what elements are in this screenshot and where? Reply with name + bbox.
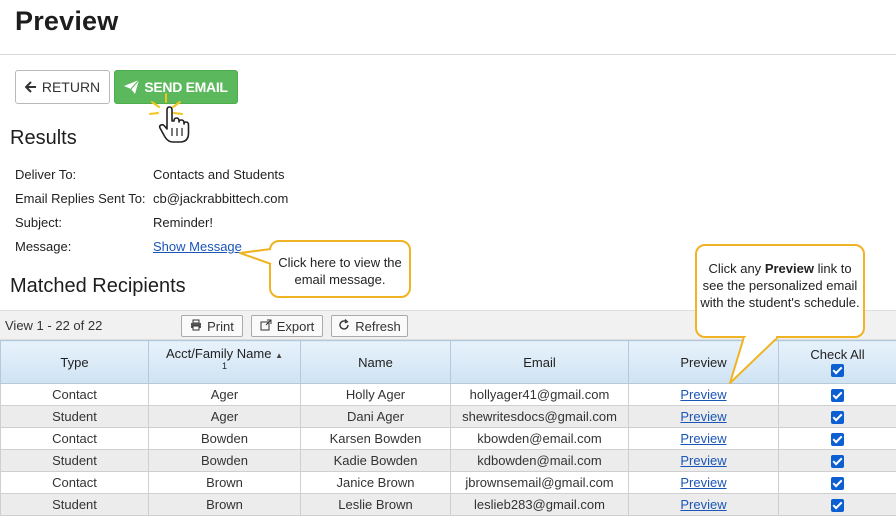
column-header-email[interactable]: Email xyxy=(451,341,629,384)
table-row: ContactBowdenKarsen Bowdenkbowden@email.… xyxy=(1,428,896,450)
cell-type: Student xyxy=(1,406,149,428)
cell-name: Janice Brown xyxy=(301,472,451,494)
cell-select xyxy=(779,494,896,516)
cell-select xyxy=(779,450,896,472)
row-checkbox[interactable] xyxy=(831,477,844,490)
check-all-label: Check All xyxy=(779,347,896,362)
preview-link[interactable]: Preview xyxy=(680,387,726,402)
cell-email: jbrownsemail@gmail.com xyxy=(451,472,629,494)
preview-link[interactable]: Preview xyxy=(680,497,726,512)
preview-callout: Click any Preview link to see the person… xyxy=(695,244,865,338)
cell-select xyxy=(779,406,896,428)
cell-preview: Preview xyxy=(629,428,779,450)
cell-acct: Ager xyxy=(149,406,301,428)
print-label: Print xyxy=(207,319,234,334)
cell-email: shewritesdocs@gmail.com xyxy=(451,406,629,428)
return-button[interactable]: RETURN xyxy=(15,70,110,104)
sort-index: 1 xyxy=(222,361,227,371)
cell-preview: Preview xyxy=(629,406,779,428)
cell-name: Dani Ager xyxy=(301,406,451,428)
replies-to-label: Email Replies Sent To: xyxy=(15,191,146,206)
preview-callout-bold: Preview xyxy=(765,261,814,276)
export-button[interactable]: Export xyxy=(251,315,323,337)
cell-acct: Bowden xyxy=(149,450,301,472)
preview-link[interactable]: Preview xyxy=(680,475,726,490)
table-row: ContactBrownJanice Brownjbrownsemail@gma… xyxy=(1,472,896,494)
export-label: Export xyxy=(277,319,315,334)
row-checkbox[interactable] xyxy=(831,389,844,402)
column-header-name[interactable]: Name xyxy=(301,341,451,384)
deliver-to-label: Deliver To: xyxy=(15,167,76,182)
row-checkbox[interactable] xyxy=(831,455,844,468)
view-message-callout-text: Click here to view the email message. xyxy=(278,255,402,287)
cell-preview: Preview xyxy=(629,450,779,472)
column-header-acct[interactable]: Acct/Family Name ▲ 1 xyxy=(149,341,301,384)
preview-link[interactable]: Preview xyxy=(680,453,726,468)
deliver-to-value: Contacts and Students xyxy=(153,167,285,182)
refresh-label: Refresh xyxy=(355,319,401,334)
refresh-icon xyxy=(338,319,350,334)
callout-pointer xyxy=(238,246,274,268)
cell-email: kbowden@email.com xyxy=(451,428,629,450)
cell-name: Leslie Brown xyxy=(301,494,451,516)
paper-plane-icon xyxy=(124,80,139,94)
check-all-checkbox[interactable] xyxy=(831,364,844,377)
cell-type: Student xyxy=(1,494,149,516)
hand-cursor-icon xyxy=(158,106,190,144)
cell-email: kdbowden@mail.com xyxy=(451,450,629,472)
show-message-link[interactable]: Show Message xyxy=(153,239,242,254)
print-button[interactable]: Print xyxy=(181,315,243,337)
arrow-left-icon xyxy=(25,81,37,93)
replies-to-value: cb@jackrabbittech.com xyxy=(153,191,288,206)
row-checkbox[interactable] xyxy=(831,411,844,424)
cell-type: Student xyxy=(1,450,149,472)
refresh-button[interactable]: Refresh xyxy=(331,315,408,337)
cell-select xyxy=(779,472,896,494)
column-header-acct-label: Acct/Family Name xyxy=(166,346,271,361)
message-label: Message: xyxy=(15,239,71,254)
cell-type: Contact xyxy=(1,384,149,406)
preview-link[interactable]: Preview xyxy=(680,431,726,446)
cell-select xyxy=(779,428,896,450)
cell-acct: Bowden xyxy=(149,428,301,450)
preview-link[interactable]: Preview xyxy=(680,409,726,424)
table-row: StudentAgerDani Agershewritesdocs@gmail.… xyxy=(1,406,896,428)
external-link-icon xyxy=(260,319,272,334)
preview-callout-pointer xyxy=(726,333,786,387)
page-header: Preview xyxy=(0,0,896,55)
cell-email: leslieb283@gmail.com xyxy=(451,494,629,516)
row-checkbox[interactable] xyxy=(831,433,844,446)
view-count: View 1 - 22 of 22 xyxy=(5,318,102,333)
row-checkbox[interactable] xyxy=(831,499,844,512)
table-row: StudentBrownLeslie Brownleslieb283@gmail… xyxy=(1,494,896,516)
cell-acct: Brown xyxy=(149,472,301,494)
printer-icon xyxy=(190,319,202,334)
subject-label: Subject: xyxy=(15,215,62,230)
cell-name: Holly Ager xyxy=(301,384,451,406)
cell-acct: Ager xyxy=(149,384,301,406)
sort-icon: ▲ xyxy=(275,351,283,360)
cell-preview: Preview xyxy=(629,472,779,494)
matched-recipients-title: Matched Recipients xyxy=(10,275,186,298)
cell-name: Kadie Bowden xyxy=(301,450,451,472)
subject-value: Reminder! xyxy=(153,215,213,230)
page-title: Preview xyxy=(15,6,118,37)
cell-select xyxy=(779,384,896,406)
table-row: StudentBowdenKadie Bowdenkdbowden@mail.c… xyxy=(1,450,896,472)
preview-callout-intro: Click any xyxy=(708,261,761,276)
cell-name: Karsen Bowden xyxy=(301,428,451,450)
cell-email: hollyager41@gmail.com xyxy=(451,384,629,406)
return-button-label: RETURN xyxy=(42,79,100,95)
cell-type: Contact xyxy=(1,472,149,494)
results-title: Results xyxy=(10,127,77,150)
column-header-check-all[interactable]: Check All xyxy=(779,341,896,384)
cell-acct: Brown xyxy=(149,494,301,516)
view-message-callout: Click here to view the email message. xyxy=(269,240,411,298)
column-header-type[interactable]: Type xyxy=(1,341,149,384)
cell-type: Contact xyxy=(1,428,149,450)
cell-preview: Preview xyxy=(629,494,779,516)
